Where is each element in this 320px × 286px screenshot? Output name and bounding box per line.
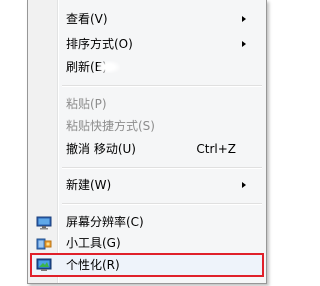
menu-item-refresh[interactable]: 刷新(E) xyxy=(30,56,264,78)
submenu-arrow-icon xyxy=(242,41,246,47)
menu-item-new[interactable]: 新建(W) xyxy=(30,174,264,196)
menu-item-shortcut: Ctrl+Z xyxy=(196,142,236,156)
menu-item-label: 屏幕分辨率(C) xyxy=(66,215,144,229)
menu-item-paste: 粘贴(P) xyxy=(30,93,264,115)
menu-item-personalize[interactable]: 个性化(R) xyxy=(30,253,264,277)
cursor-blur xyxy=(98,61,120,73)
menu-item-sort-by[interactable]: 排序方式(O) xyxy=(30,33,264,55)
submenu-arrow-icon xyxy=(242,182,246,188)
personalize-icon xyxy=(36,258,52,272)
menu-item-label: 排序方式(O) xyxy=(66,37,133,51)
menu-item-undo-move[interactable]: 撤消 移动(U) Ctrl+Z xyxy=(30,138,264,160)
menu-item-label: 新建(W) xyxy=(66,178,112,192)
menu-item-paste-shortcut: 粘贴快捷方式(S) xyxy=(30,115,264,137)
menu-item-label: 查看(V) xyxy=(66,12,108,26)
menu-item-label: 粘贴(P) xyxy=(66,97,107,111)
menu-separator xyxy=(62,167,262,169)
menu-item-label: 个性化(R) xyxy=(66,258,120,272)
menu-item-label: 撤消 移动(U) xyxy=(66,142,136,156)
menu-item-screen-resolution[interactable]: 屏幕分辨率(C) xyxy=(30,211,264,233)
menu-separator xyxy=(62,85,262,87)
submenu-arrow-icon xyxy=(242,16,246,22)
menu-item-view[interactable]: 查看(V) xyxy=(30,8,264,30)
gadgets-icon xyxy=(36,236,52,250)
menu-item-label: 粘贴快捷方式(S) xyxy=(66,119,155,133)
menu-item-gadgets[interactable]: 小工具(G) xyxy=(30,232,264,254)
menu-item-label: 小工具(G) xyxy=(66,236,121,250)
menu-separator xyxy=(62,203,262,205)
screen-resolution-icon xyxy=(36,215,52,230)
context-menu: 查看(V) 排序方式(O) 刷新(E) 粘贴(P) 粘贴快捷方式(S) 撤消 移… xyxy=(27,0,267,284)
